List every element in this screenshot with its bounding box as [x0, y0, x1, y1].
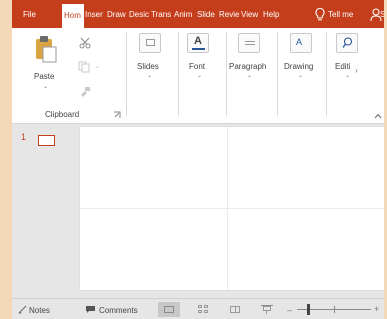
- ribbon-scroll-right[interactable]: ›: [355, 66, 358, 75]
- paste-button[interactable]: Paste: [34, 72, 54, 81]
- tab-insert[interactable]: Inser: [85, 0, 105, 28]
- ribbon-separator: [326, 32, 327, 116]
- tab-file[interactable]: File: [18, 0, 40, 28]
- zoom-in-button[interactable]: +: [374, 304, 379, 314]
- shapes-icon[interactable]: A: [290, 33, 312, 53]
- collapse-ribbon-icon[interactable]: [374, 113, 382, 119]
- zoom-slider-thumb[interactable]: [307, 304, 310, 315]
- clipboard-group-label: Clipboard: [45, 110, 80, 119]
- scissors-icon[interactable]: [79, 37, 91, 49]
- comments-icon[interactable]: [85, 305, 96, 314]
- home-ribbon: Paste ⌄ ⌄ Clipboard Slides ⌄ A Font ⌄ Pa…: [12, 28, 384, 124]
- drawing-button[interactable]: Drawing: [284, 62, 313, 71]
- paragraph-icon[interactable]: [238, 33, 260, 53]
- tab-design[interactable]: Desic: [129, 0, 150, 28]
- tab-home[interactable]: Hom: [62, 4, 84, 28]
- copy-dropdown-chevron[interactable]: ⌄: [95, 63, 100, 70]
- slideshow-icon[interactable]: [256, 302, 278, 317]
- dialog-launcher-icon[interactable]: [113, 111, 121, 119]
- slide-thumbnail[interactable]: [38, 135, 55, 146]
- tab-slideshow[interactable]: Slide: [197, 0, 218, 28]
- normal-view-icon[interactable]: [158, 302, 180, 317]
- zoom-slider-center-tick: [334, 306, 335, 313]
- tab-animations[interactable]: Anim: [174, 0, 196, 28]
- powerpoint-window: File Hom Inser Draw Desic Trans Anim Sli…: [12, 0, 384, 319]
- font-button[interactable]: Font: [189, 62, 205, 71]
- format-painter-icon[interactable]: [79, 86, 91, 98]
- font-dropdown-chevron[interactable]: ⌄: [197, 72, 202, 79]
- notes-button[interactable]: Notes: [29, 306, 50, 315]
- ribbon-separator: [226, 32, 227, 116]
- editing-dropdown-chevron[interactable]: ⌄: [345, 72, 350, 79]
- font-a-icon[interactable]: A: [187, 33, 209, 53]
- paste-dropdown-chevron[interactable]: ⌄: [43, 83, 48, 90]
- drawing-dropdown-chevron[interactable]: ⌄: [298, 72, 303, 79]
- notes-icon[interactable]: [18, 305, 27, 314]
- tab-draw[interactable]: Draw: [107, 0, 127, 28]
- ribbon-separator: [178, 32, 179, 116]
- zoom-out-button[interactable]: –: [287, 305, 292, 315]
- slides-dropdown-chevron[interactable]: ⌄: [147, 72, 152, 79]
- paragraph-button[interactable]: Paragraph: [229, 62, 266, 71]
- editing-button[interactable]: Editi: [335, 62, 351, 71]
- share-button[interactable]: Sh: [380, 0, 384, 28]
- reading-view-icon[interactable]: [224, 302, 246, 317]
- clipboard-paste-icon[interactable]: [33, 34, 59, 64]
- tab-transitions[interactable]: Trans: [151, 0, 173, 28]
- paragraph-dropdown-chevron[interactable]: ⌄: [247, 72, 252, 79]
- window-border-left: [0, 0, 12, 319]
- slides-button[interactable]: Slides: [137, 62, 159, 71]
- slide-thumbnail-pane: [12, 124, 70, 298]
- slides-icon[interactable]: [139, 33, 161, 53]
- tab-review[interactable]: Revie: [219, 0, 241, 28]
- slide-guide-horizontal: [80, 208, 384, 209]
- search-icon[interactable]: [336, 33, 358, 53]
- copy-icon[interactable]: [78, 61, 90, 73]
- slide-number: 1: [21, 132, 27, 142]
- comments-button[interactable]: Comments: [99, 306, 138, 315]
- tell-me-search[interactable]: Tell me: [328, 0, 366, 28]
- tab-view[interactable]: View: [241, 0, 262, 28]
- tab-help[interactable]: Help: [263, 0, 285, 28]
- lightbulb-icon[interactable]: [314, 7, 326, 23]
- ribbon-separator: [277, 32, 278, 116]
- ribbon-separator: [126, 32, 127, 116]
- slide-sorter-icon[interactable]: [192, 302, 214, 317]
- ribbon-tab-bar: File Hom Inser Draw Desic Trans Anim Sli…: [12, 0, 384, 28]
